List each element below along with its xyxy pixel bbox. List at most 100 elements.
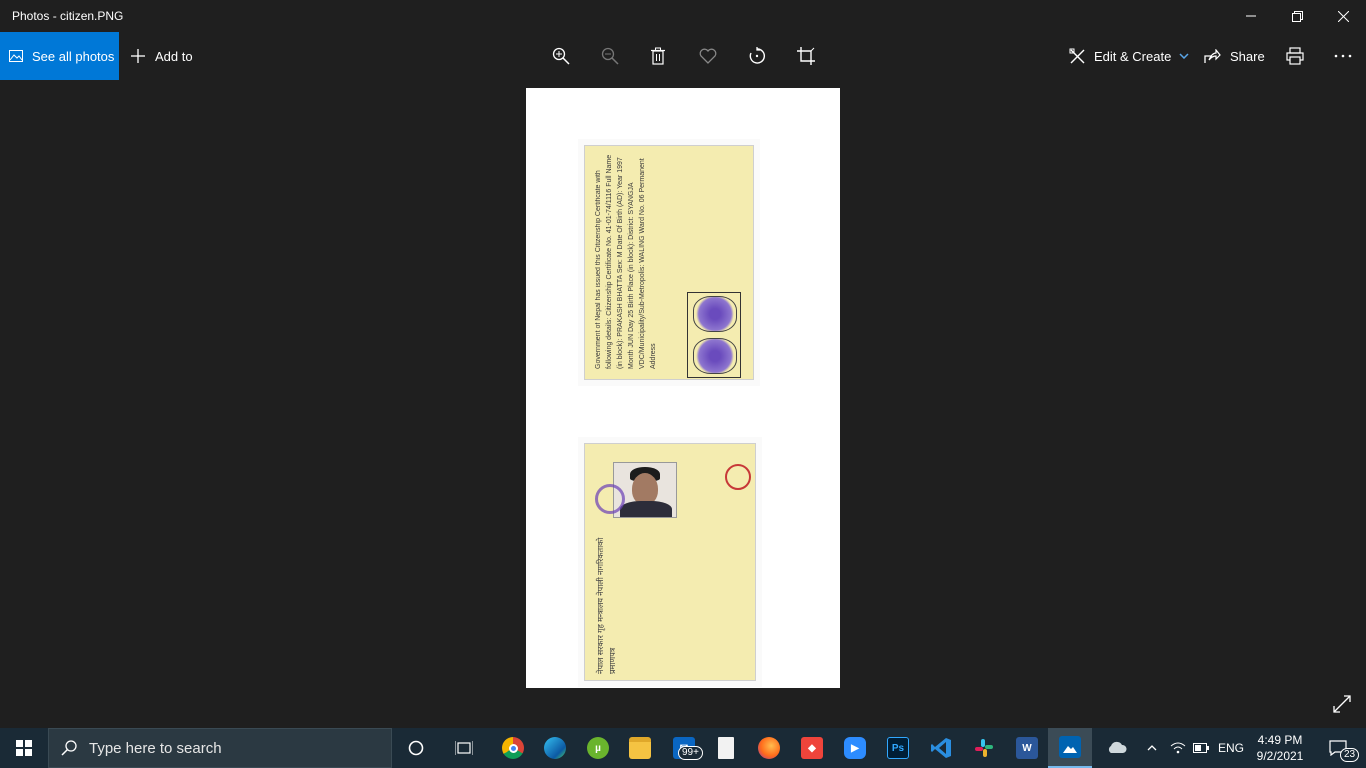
heart-icon: [699, 48, 717, 64]
file-explorer-app[interactable]: [618, 728, 662, 768]
share-icon: [1204, 48, 1221, 63]
portrait-shirt: [620, 501, 672, 517]
cortana-icon: [408, 740, 424, 756]
task-view-icon: [455, 741, 473, 755]
edit-create-label: Edit & Create: [1094, 48, 1172, 64]
zoom-in-icon: [552, 47, 570, 65]
zoom-app[interactable]: ▶: [833, 728, 877, 768]
vscode-app[interactable]: [919, 728, 963, 768]
network-tray[interactable]: [1168, 728, 1188, 768]
photos-app[interactable]: [1048, 728, 1092, 768]
notepad-app[interactable]: [704, 728, 748, 768]
edge-icon: [544, 737, 566, 759]
chevron-down-icon: [1179, 53, 1189, 59]
slack-app[interactable]: [962, 728, 1006, 768]
zoom-out-button[interactable]: [598, 44, 622, 68]
utorrent-app[interactable]: µ: [576, 728, 620, 768]
chrome-icon: [502, 737, 524, 759]
clock-time: 4:49 PM: [1257, 733, 1303, 747]
clock-date: 9/2/2021: [1256, 749, 1304, 763]
mail-app[interactable]: ✉ 99+: [662, 728, 706, 768]
zoom-video-icon: ▶: [844, 737, 866, 759]
minimize-button[interactable]: [1228, 0, 1274, 32]
toolbar: See all photos Add to Edit & Create Shar…: [0, 32, 1366, 80]
add-to-label: Add to: [155, 48, 193, 64]
clock[interactable]: 4:49 PM 9/2/2021: [1254, 732, 1306, 764]
see-all-photos-label: See all photos: [32, 48, 115, 64]
print-button[interactable]: [1283, 44, 1307, 68]
mail-badge: 99+: [678, 746, 703, 760]
show-hidden-icons-button[interactable]: [1142, 728, 1162, 768]
close-icon: [1337, 10, 1349, 22]
zoom-in-button[interactable]: [549, 44, 573, 68]
windows-logo-icon: [16, 740, 32, 756]
cloud-icon: [1108, 741, 1127, 753]
edit-create-icon: [1069, 48, 1085, 63]
edit-create-button[interactable]: Edit & Create: [1069, 32, 1189, 80]
word-icon: W: [1016, 737, 1038, 759]
add-to-button[interactable]: Add to: [130, 32, 193, 80]
restore-icon: [1291, 10, 1303, 22]
purple-stamp: [595, 484, 625, 514]
photos-icon: [9, 50, 23, 62]
government-emblem: [725, 464, 751, 490]
chevron-up-icon: [1147, 745, 1157, 751]
thumbprint-box: [687, 292, 741, 378]
restore-button[interactable]: [1274, 0, 1320, 32]
delete-icon: [651, 47, 665, 65]
firefox-icon: [758, 737, 780, 759]
taskbar-search-box[interactable]: Type here to search: [48, 728, 392, 768]
see-all-photos-button[interactable]: See all photos: [0, 32, 119, 80]
more-button[interactable]: [1331, 44, 1355, 68]
title-bar: Photos - citizen.PNG: [0, 0, 1366, 32]
rotate-button[interactable]: [745, 44, 769, 68]
mountain-icon: [1063, 746, 1077, 753]
share-button[interactable]: Share: [1204, 32, 1265, 80]
scanned-document-image[interactable]: Government of Nepal has issued this Citi…: [526, 88, 840, 688]
more-icon: [1334, 54, 1352, 58]
photo-viewer: Government of Nepal has issued this Citi…: [0, 80, 1366, 728]
battery-icon: [1193, 743, 1209, 753]
anydesk-icon: ◆: [801, 737, 823, 759]
language-indicator[interactable]: ENG: [1214, 728, 1248, 768]
document-icon: [718, 737, 734, 759]
minimize-icon: [1246, 15, 1256, 17]
edge-app[interactable]: [533, 728, 577, 768]
slack-icon: [975, 739, 993, 757]
citizenship-card-front: Government of Nepal has issued this Citi…: [584, 145, 754, 380]
close-button[interactable]: [1320, 0, 1366, 32]
utorrent-icon: µ: [587, 737, 609, 759]
chrome-app[interactable]: [491, 728, 535, 768]
plus-icon: [131, 49, 145, 63]
start-button[interactable]: [0, 728, 48, 768]
search-icon: [61, 740, 77, 756]
rotate-icon: [749, 47, 765, 64]
onedrive-tray[interactable]: [1102, 728, 1132, 768]
crop-button[interactable]: [794, 44, 818, 68]
battery-tray[interactable]: [1191, 728, 1211, 768]
taskbar: Type here to search µ ✉ 99+ ◆ ▶ Ps W: [0, 728, 1366, 768]
citizenship-card-back: नेपाल सरकार गृह मन्त्रालय नेपाली नागरिकत…: [584, 443, 756, 681]
expand-icon: [1333, 695, 1351, 713]
window-title: Photos - citizen.PNG: [12, 9, 124, 23]
print-icon: [1286, 47, 1304, 65]
wifi-icon: [1170, 742, 1186, 754]
photos-app-icon: [1059, 736, 1081, 758]
word-app[interactable]: W: [1005, 728, 1049, 768]
delete-button[interactable]: [646, 44, 670, 68]
firefox-app[interactable]: [747, 728, 791, 768]
crop-icon: [797, 47, 815, 65]
folder-icon: [629, 737, 651, 759]
share-label: Share: [1230, 48, 1265, 64]
task-view-button[interactable]: [442, 728, 486, 768]
card-back-text: नेपाल सरकार गृह मन्त्रालय नेपाली नागरिकत…: [596, 537, 617, 674]
anydesk-app[interactable]: ◆: [790, 728, 834, 768]
zoom-out-icon: [601, 47, 619, 65]
notification-count-badge: 23: [1340, 748, 1360, 762]
action-center-button[interactable]: 23: [1318, 728, 1360, 768]
fullscreen-button[interactable]: [1329, 691, 1355, 717]
favorite-button[interactable]: [696, 44, 720, 68]
cortana-button[interactable]: [394, 728, 438, 768]
photoshop-icon: Ps: [887, 737, 909, 759]
photoshop-app[interactable]: Ps: [876, 728, 920, 768]
